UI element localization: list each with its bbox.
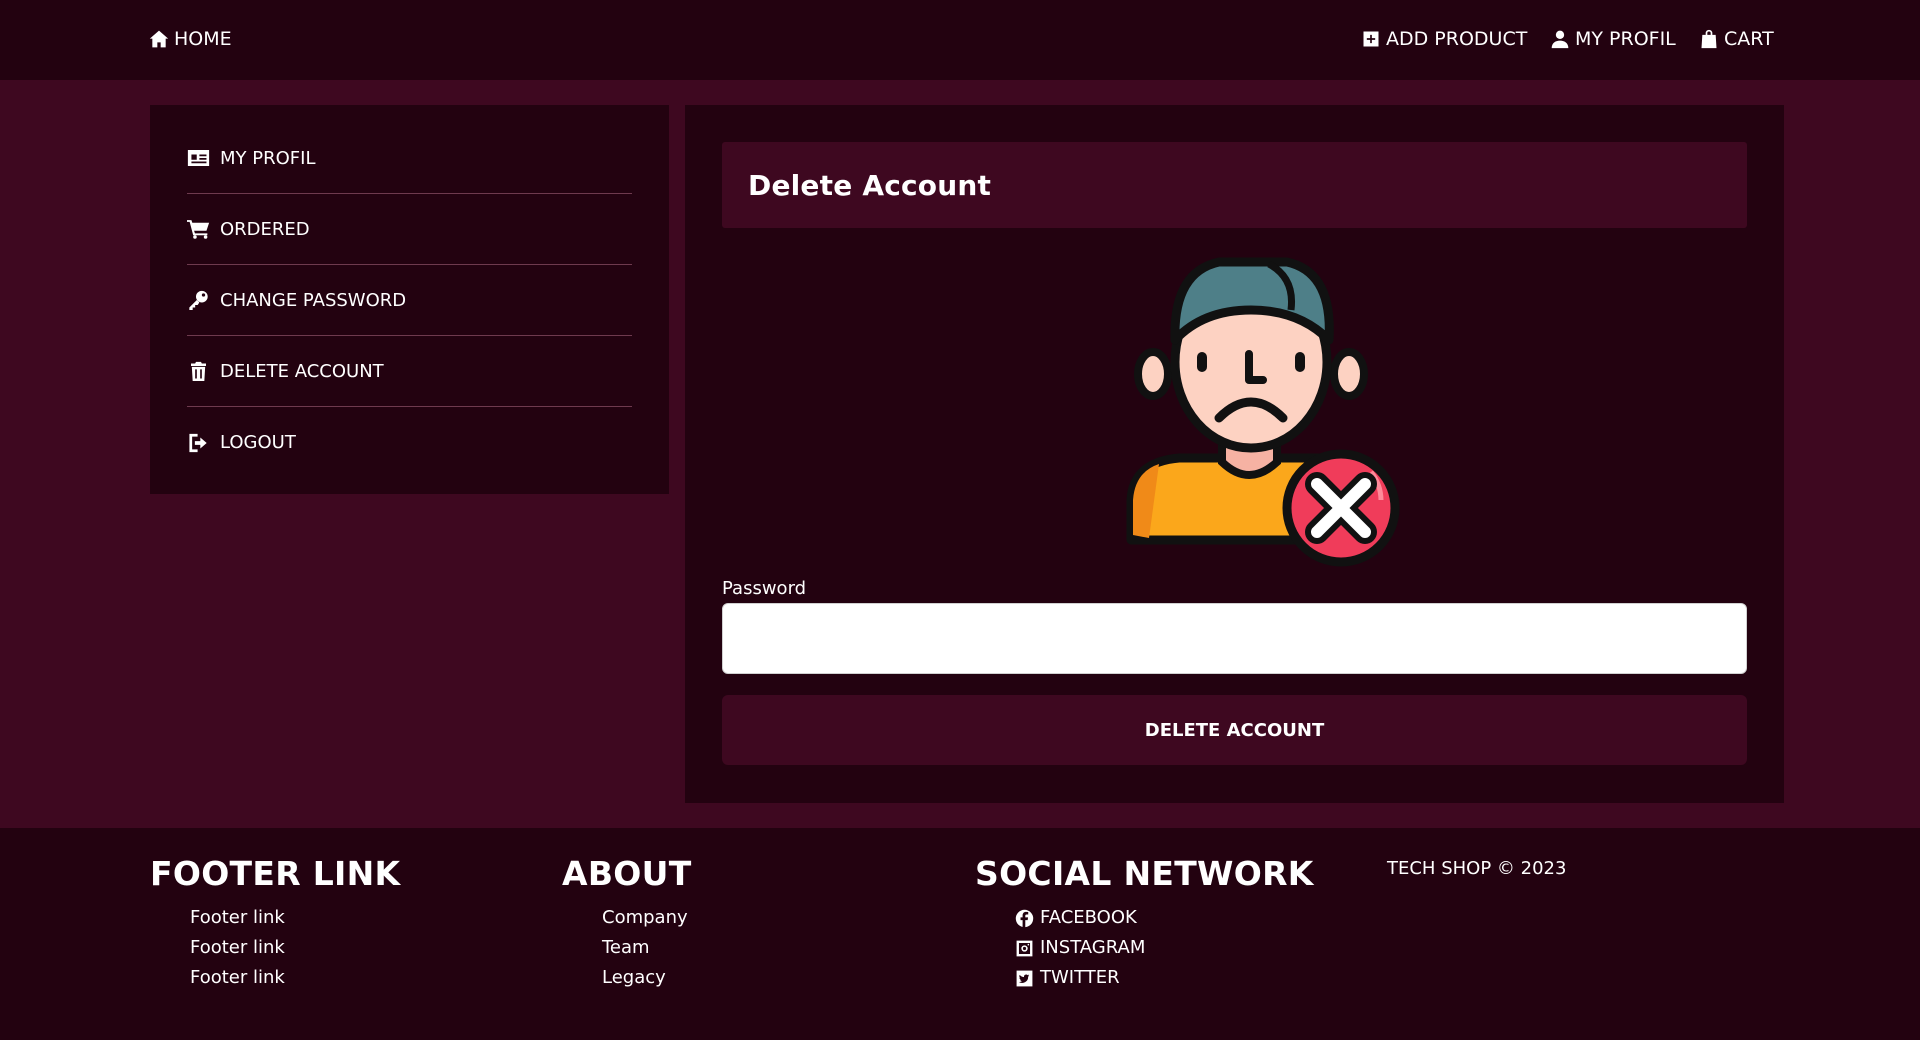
user-icon: [1551, 30, 1569, 49]
footer-col-about: ABOUT Company Team Legacy: [562, 854, 692, 993]
copyright-text: TECH SHOP © 2023: [1387, 858, 1567, 879]
account-sidebar: MY PROFIL ORDERED CHANGE PASSWORD DELETE…: [150, 105, 669, 494]
sidebar-item-label: MY PROFIL: [220, 147, 316, 169]
nav-my-profil-label: MY PROFIL: [1575, 28, 1676, 50]
twitter-label: TWITTER: [1040, 967, 1120, 988]
instagram-label: INSTAGRAM: [1040, 937, 1146, 958]
sidebar-item-ordered[interactable]: ORDERED: [187, 194, 632, 265]
id-card-icon: [187, 150, 210, 166]
footer-link[interactable]: Footer link: [190, 933, 400, 963]
footer-link-instagram[interactable]: INSTAGRAM: [1015, 933, 1314, 963]
key-icon: [189, 290, 208, 310]
sad-user-delete-illustration: [1126, 257, 1400, 567]
top-navbar: HOME ADD PRODUCT MY PROFIL CART: [0, 0, 1920, 80]
sidebar-item-delete-account[interactable]: DELETE ACCOUNT: [187, 336, 632, 407]
trash-icon: [191, 361, 206, 381]
sidebar-item-change-password[interactable]: CHANGE PASSWORD: [187, 265, 632, 336]
delete-account-button[interactable]: DELETE ACCOUNT: [722, 695, 1747, 765]
footer-heading: FOOTER LINK: [150, 854, 401, 893]
shopping-bag-icon: [1701, 29, 1717, 49]
footer-link[interactable]: Footer link: [190, 903, 400, 933]
footer-link-legacy[interactable]: Legacy: [602, 963, 692, 993]
footer-link-facebook[interactable]: FACEBOOK: [1015, 903, 1314, 933]
logout-icon: [189, 433, 207, 452]
footer-link-team[interactable]: Team: [602, 933, 692, 963]
page-title: Delete Account: [748, 168, 992, 202]
password-input[interactable]: [722, 603, 1747, 674]
footer-col-links: FOOTER LINK Footer link Footer link Foot…: [150, 854, 400, 993]
nav-home-link[interactable]: HOME: [149, 28, 232, 50]
panel-header: Delete Account: [722, 142, 1747, 228]
nav-my-profil-link[interactable]: MY PROFIL: [1550, 28, 1676, 50]
sidebar-item-label: LOGOUT: [220, 432, 296, 453]
delete-account-panel: Delete Account Password DELETE ACCOUNT: [685, 105, 1784, 803]
footer-col-social: SOCIAL NETWORK FACEBOOK INSTAGRAM TWITTE…: [975, 854, 1314, 993]
site-footer: FOOTER LINK Footer link Footer link Foot…: [0, 828, 1920, 1040]
footer-heading: ABOUT: [562, 854, 692, 893]
facebook-icon: [1015, 909, 1034, 928]
nav-add-product-label: ADD PRODUCT: [1386, 28, 1528, 50]
sidebar-item-label: ORDERED: [220, 218, 310, 240]
nav-cart-label: CART: [1724, 28, 1774, 50]
sidebar-item-my-profil[interactable]: MY PROFIL: [187, 123, 632, 194]
twitter-icon: [1016, 970, 1033, 986]
cart-icon: [187, 220, 210, 239]
facebook-label: FACEBOOK: [1040, 907, 1137, 928]
plus-square-icon: [1363, 31, 1379, 47]
sidebar-item-label: DELETE ACCOUNT: [220, 360, 384, 382]
footer-heading: SOCIAL NETWORK: [975, 854, 1314, 893]
sidebar-item-label: CHANGE PASSWORD: [220, 289, 407, 311]
sidebar-item-logout[interactable]: LOGOUT: [187, 407, 632, 478]
home-icon: [149, 30, 169, 48]
nav-add-product-link[interactable]: ADD PRODUCT: [1361, 28, 1527, 50]
footer-link-company[interactable]: Company: [602, 903, 692, 933]
footer-link-twitter[interactable]: TWITTER: [1015, 963, 1314, 993]
password-label: Password: [722, 578, 807, 599]
nav-home-label: HOME: [174, 28, 232, 50]
instagram-icon: [1016, 940, 1033, 956]
footer-link[interactable]: Footer link: [190, 963, 400, 993]
nav-cart-link[interactable]: CART: [1699, 28, 1774, 50]
